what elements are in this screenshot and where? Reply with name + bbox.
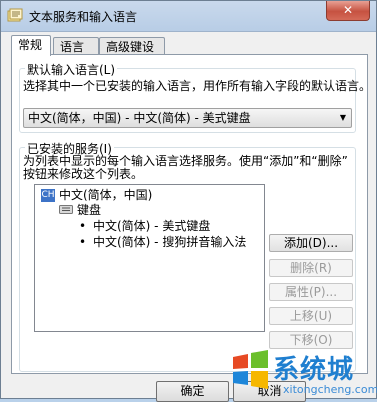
installed-services-description-2: 按钮来修改这个列表。: [23, 167, 144, 181]
keyboard-icon: [59, 205, 73, 214]
tree-item-category[interactable]: 键盘: [77, 203, 101, 217]
tree-bullet-1: •: [79, 219, 87, 233]
remove-button[interactable]: 删除(R): [269, 259, 353, 277]
tree-item-service[interactable]: 中文(简体) - 搜狗拼音输入法: [93, 235, 246, 249]
move-down-button[interactable]: 下移(O): [269, 331, 353, 349]
tab-general[interactable]: 常规: [11, 35, 51, 56]
window-title: 文本服务和输入语言: [29, 10, 138, 24]
default-language-value: 中文(简体，中国) - 中文(简体) - 美式键盘: [28, 111, 251, 125]
tree-bullet-2: •: [79, 235, 87, 249]
tab-language-bar[interactable]: 语言栏: [53, 37, 99, 72]
title-bar: 文本服务和输入语言 ✕: [1, 1, 376, 32]
properties-button[interactable]: 属性(P)...: [269, 283, 353, 301]
chevron-down-icon: ▼: [339, 113, 346, 122]
language-app-icon: [7, 8, 23, 22]
tree-item-language[interactable]: 中文(简体，中国): [59, 188, 152, 202]
default-language-group-title: 默认输入语言(L): [25, 61, 118, 78]
add-button[interactable]: 添加(D)...: [269, 234, 353, 252]
default-language-description: 选择其中一个已安装的输入语言，用作所有输入字段的默认语言。: [23, 79, 372, 93]
tab-advanced-keys[interactable]: 高级键设置: [99, 37, 165, 72]
tree-item-service[interactable]: 中文(简体) - 美式键盘: [93, 219, 210, 233]
default-language-select[interactable]: 中文(简体，中国) - 中文(简体) - 美式键盘 ▼: [23, 108, 352, 128]
language-badge-icon: CH: [41, 189, 55, 202]
dialog-window: 文本服务和输入语言 ✕ 常规 语言栏 高级键设置 默认输入语言(L) 选择其中一…: [0, 0, 377, 402]
installed-services-description-1: 为列表中显示的每个输入语言选择服务。使用“添加”和“删除”: [23, 154, 348, 168]
move-up-button[interactable]: 上移(U): [269, 307, 353, 325]
close-button[interactable]: ✕: [326, 1, 370, 21]
installed-services-tree[interactable]: CH 中文(简体，中国) 键盘 • 中文(简体) - 美式键盘 • 中文(简体)…: [34, 184, 265, 332]
